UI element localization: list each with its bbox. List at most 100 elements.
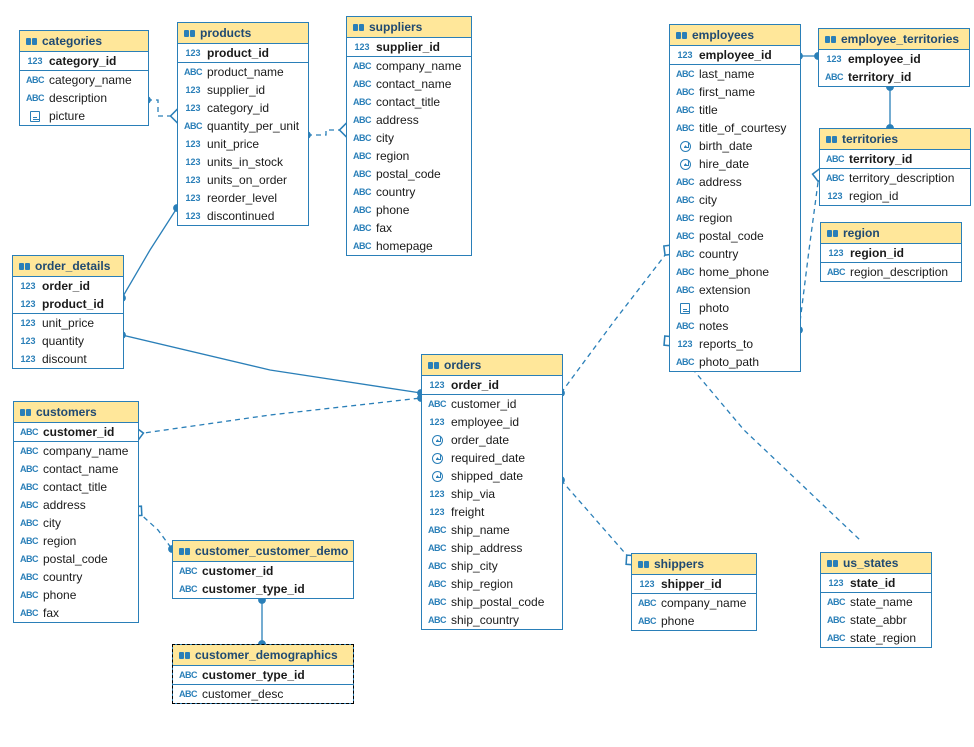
column-home_phone[interactable]: home_phone bbox=[670, 263, 800, 281]
table-header[interactable]: employees bbox=[670, 25, 800, 46]
table-shippers[interactable]: shippersshipper_idcompany_namephone bbox=[631, 553, 757, 631]
column-category_name[interactable]: category_name bbox=[20, 70, 148, 89]
column-title[interactable]: title bbox=[670, 101, 800, 119]
table-header[interactable]: order_details bbox=[13, 256, 123, 277]
column-quantity_per_unit[interactable]: quantity_per_unit bbox=[178, 117, 308, 135]
table-territories[interactable]: territoriesterritory_idterritory_descrip… bbox=[819, 128, 971, 206]
column-address[interactable]: address bbox=[347, 111, 471, 129]
column-units_in_stock[interactable]: units_in_stock bbox=[178, 153, 308, 171]
column-customer_id[interactable]: customer_id bbox=[173, 562, 353, 580]
column-company_name[interactable]: company_name bbox=[347, 56, 471, 75]
column-customer_type_id[interactable]: customer_type_id bbox=[173, 580, 353, 598]
table-employee_territories[interactable]: employee_territoriesemployee_idterritory… bbox=[818, 28, 970, 87]
column-region_id[interactable]: region_id bbox=[820, 187, 970, 205]
column-notes[interactable]: notes bbox=[670, 317, 800, 335]
column-customer_id[interactable]: customer_id bbox=[14, 423, 138, 441]
column-order_id[interactable]: order_id bbox=[422, 376, 562, 394]
column-picture[interactable]: picture bbox=[20, 107, 148, 125]
table-products[interactable]: productsproduct_idproduct_namesupplier_i… bbox=[177, 22, 309, 226]
table-header[interactable]: orders bbox=[422, 355, 562, 376]
column-territory_id[interactable]: territory_id bbox=[820, 150, 970, 168]
column-product_name[interactable]: product_name bbox=[178, 62, 308, 81]
column-region_id[interactable]: region_id bbox=[821, 244, 961, 262]
column-company_name[interactable]: company_name bbox=[632, 593, 756, 612]
column-shipped_date[interactable]: shipped_date bbox=[422, 467, 562, 485]
table-order_details[interactable]: order_detailsorder_idproduct_idunit_pric… bbox=[12, 255, 124, 369]
column-territory_description[interactable]: territory_description bbox=[820, 168, 970, 187]
column-category_id[interactable]: category_id bbox=[178, 99, 308, 117]
table-header[interactable]: shippers bbox=[632, 554, 756, 575]
column-phone[interactable]: phone bbox=[347, 201, 471, 219]
table-header[interactable]: suppliers bbox=[347, 17, 471, 38]
table-header[interactable]: customers bbox=[14, 402, 138, 423]
table-suppliers[interactable]: supplierssupplier_idcompany_name contact_… bbox=[346, 16, 472, 256]
table-categories[interactable]: categoriescategory_idcategory_namedescri… bbox=[19, 30, 149, 126]
column-state_abbr[interactable]: state_abbr bbox=[821, 611, 931, 629]
column-ship_via[interactable]: ship_via bbox=[422, 485, 562, 503]
column-contact_title[interactable]: contact_title bbox=[14, 478, 138, 496]
table-header[interactable]: categories bbox=[20, 31, 148, 52]
table-header[interactable]: region bbox=[821, 223, 961, 244]
column-ship_region[interactable]: ship_region bbox=[422, 575, 562, 593]
column-freight[interactable]: freight bbox=[422, 503, 562, 521]
column-product_id[interactable]: product_id bbox=[178, 44, 308, 62]
column-region[interactable]: region bbox=[14, 532, 138, 550]
column-state_id[interactable]: state_id bbox=[821, 574, 931, 592]
column-first_name[interactable]: first_name bbox=[670, 83, 800, 101]
table-header[interactable]: products bbox=[178, 23, 308, 44]
column-discontinued[interactable]: discontinued bbox=[178, 207, 308, 225]
column-order_id[interactable]: order_id bbox=[13, 277, 123, 295]
column-photo[interactable]: photo bbox=[670, 299, 800, 317]
table-orders[interactable]: ordersorder_idcustomer_idemployee_idorde… bbox=[421, 354, 563, 630]
table-customer_customer_demo[interactable]: customer_customer_democustomer_idcustome… bbox=[172, 540, 354, 599]
column-state_name[interactable]: state_name bbox=[821, 592, 931, 611]
column-address[interactable]: address bbox=[670, 173, 800, 191]
column-phone[interactable]: phone bbox=[14, 586, 138, 604]
column-shipper_id[interactable]: shipper_id bbox=[632, 575, 756, 593]
column-homepage[interactable]: homepage bbox=[347, 237, 471, 255]
column-city[interactable]: city bbox=[347, 129, 471, 147]
column-units_on_order[interactable]: units_on_order bbox=[178, 171, 308, 189]
column-employee_id[interactable]: employee_id bbox=[422, 413, 562, 431]
column-title_of_courtesy[interactable]: title_of_courtesy bbox=[670, 119, 800, 137]
column-discount[interactable]: discount bbox=[13, 350, 123, 368]
column-customer_id[interactable]: customer_id bbox=[422, 394, 562, 413]
column-reports_to[interactable]: reports_to bbox=[670, 335, 800, 353]
column-country[interactable]: country bbox=[347, 183, 471, 201]
table-customers[interactable]: customerscustomer_idcompany_name contact_… bbox=[13, 401, 139, 623]
column-ship_address[interactable]: ship_address bbox=[422, 539, 562, 557]
column-category_id[interactable]: category_id bbox=[20, 52, 148, 70]
column-unit_price[interactable]: unit_price bbox=[13, 313, 123, 332]
column-contact_title[interactable]: contact_title bbox=[347, 93, 471, 111]
column-employee_id[interactable]: employee_id bbox=[670, 46, 800, 64]
table-header[interactable]: customer_customer_demo bbox=[173, 541, 353, 562]
column-postal_code[interactable]: postal_code bbox=[347, 165, 471, 183]
column-region[interactable]: region bbox=[347, 147, 471, 165]
column-territory_id[interactable]: territory_id bbox=[819, 68, 969, 86]
column-photo_path[interactable]: photo_path bbox=[670, 353, 800, 371]
column-supplier_id[interactable]: supplier_id bbox=[347, 38, 471, 56]
column-phone[interactable]: phone bbox=[632, 612, 756, 630]
column-city[interactable]: city bbox=[14, 514, 138, 532]
column-ship_city[interactable]: ship_city bbox=[422, 557, 562, 575]
column-company_name[interactable]: company_name bbox=[14, 441, 138, 460]
column-product_id[interactable]: product_id bbox=[13, 295, 123, 313]
column-state_region[interactable]: state_region bbox=[821, 629, 931, 647]
column-region_description[interactable]: region_description bbox=[821, 262, 961, 281]
table-employees[interactable]: employeesemployee_idlast_namefirst_namet… bbox=[669, 24, 801, 372]
column-address[interactable]: address bbox=[14, 496, 138, 514]
column-ship_postal_code[interactable]: ship_postal_code bbox=[422, 593, 562, 611]
table-us_states[interactable]: us_statesstate_idstate_namestate_abbrsta… bbox=[820, 552, 932, 648]
table-region[interactable]: regionregion_idregion_description bbox=[820, 222, 962, 282]
column-postal_code[interactable]: postal_code bbox=[670, 227, 800, 245]
column-region[interactable]: region bbox=[670, 209, 800, 227]
column-unit_price[interactable]: unit_price bbox=[178, 135, 308, 153]
table-header[interactable]: employee_territories bbox=[819, 29, 969, 50]
column-employee_id[interactable]: employee_id bbox=[819, 50, 969, 68]
column-country[interactable]: country bbox=[14, 568, 138, 586]
column-description[interactable]: description bbox=[20, 89, 148, 107]
table-header[interactable]: territories bbox=[820, 129, 970, 150]
column-city[interactable]: city bbox=[670, 191, 800, 209]
column-fax[interactable]: fax bbox=[14, 604, 138, 622]
table-header[interactable]: customer_demographics bbox=[173, 645, 353, 666]
